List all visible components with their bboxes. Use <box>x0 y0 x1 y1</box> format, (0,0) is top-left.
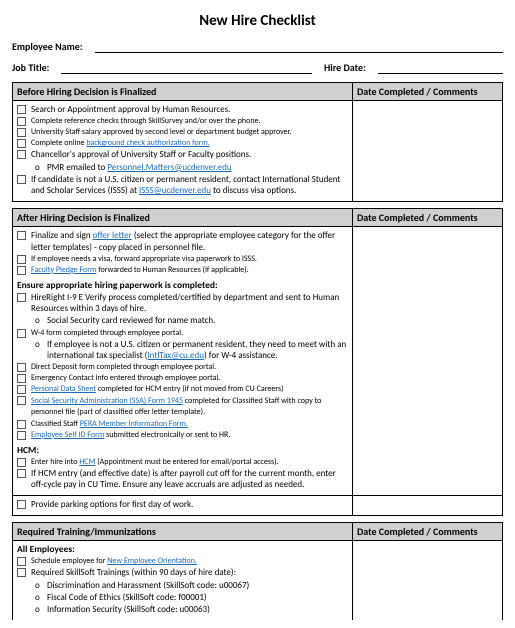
section2-body-b: Provide parking options for first day of… <box>13 496 353 516</box>
checkbox[interactable] <box>17 458 26 467</box>
job-title-label: Job Title: <box>12 61 49 74</box>
checkbox[interactable] <box>17 469 26 478</box>
checkbox[interactable] <box>17 557 26 566</box>
job-title-input[interactable] <box>61 62 312 74</box>
sub-text: PMR emailed to <box>47 162 107 173</box>
section3-body: All Employees: Schedule employee for New… <box>13 541 353 621</box>
item-text: completed for HCM entry (if not moved fr… <box>96 384 284 394</box>
neo-link[interactable]: New Employee Orientation. <box>107 556 197 566</box>
pds-link[interactable]: Personal Data Sheet <box>31 384 96 394</box>
checkbox[interactable] <box>17 266 26 275</box>
training-item: Fiscal Code of Ethics (SkillSoft code: f… <box>47 592 207 603</box>
checkbox[interactable] <box>17 150 26 159</box>
hire-date-input[interactable] <box>378 62 503 74</box>
sub-text: Social Security card reviewed for name m… <box>47 315 215 326</box>
offer-letter-link[interactable]: offer letter <box>93 230 132 241</box>
pera-link[interactable]: PERA Member Information Form. <box>80 419 188 429</box>
section2-comments-b[interactable] <box>353 496 503 516</box>
item-text: Required SkillSoft Trainings (within 90 … <box>31 567 236 578</box>
section3-comments-header: Date Completed / Comments <box>353 523 503 541</box>
item-text: Direct Deposit form completed through em… <box>31 362 216 372</box>
checkbox[interactable] <box>17 117 26 126</box>
item-text: (Appointment must be entered for email/p… <box>95 457 278 467</box>
checkbox[interactable] <box>17 420 26 429</box>
section2-comments-a[interactable] <box>353 227 503 496</box>
section2-body-a: Finalize and sign offer letter (select t… <box>13 227 353 496</box>
checkbox[interactable] <box>17 363 26 372</box>
employee-name-input[interactable] <box>95 41 503 53</box>
item-text: Classified Staff <box>31 419 80 429</box>
item-text: University Staff salary approved by seco… <box>31 127 292 137</box>
training-item: Information Security (SkillSoft code: u0… <box>47 604 210 615</box>
section-after-hiring: After Hiring Decision is Finalized Date … <box>12 208 503 516</box>
isss-email-link[interactable]: ISSS@ucdenver.edu <box>139 185 211 196</box>
training-item: Discrimination and Harassment (SkillSoft… <box>47 580 249 591</box>
section2-comments-header: Date Completed / Comments <box>353 209 503 227</box>
checkbox[interactable] <box>17 568 26 577</box>
job-hire-row: Job Title: Hire Date: <box>12 61 503 74</box>
item-text: If employee needs a visa, forward approp… <box>31 254 257 264</box>
item-text: Complete online <box>31 138 86 148</box>
checkbox[interactable] <box>17 231 26 240</box>
section-before-hiring: Before Hiring Decision is Finalized Date… <box>12 82 503 202</box>
ssa-link[interactable]: Social Security Administration (SSA) For… <box>31 396 183 406</box>
section1-comments[interactable] <box>353 101 503 202</box>
hire-date-label: Hire Date: <box>324 61 366 74</box>
personnel-email-link[interactable]: Personnel.Matters@ucdenver.edu <box>107 162 231 173</box>
checkbox[interactable] <box>17 139 26 148</box>
page-title: New Hire Checklist <box>12 12 503 30</box>
item-text: forwarded to Human Resources (if applica… <box>96 265 248 275</box>
checkbox[interactable] <box>17 431 26 440</box>
checkbox[interactable] <box>17 105 26 114</box>
item-text: W-4 form completed through employee port… <box>31 328 183 338</box>
item-text: to discuss visa options. <box>211 185 296 196</box>
item-text: Schedule employee for <box>31 556 107 566</box>
employee-name-row: Employee Name: <box>12 40 503 53</box>
item-text: Search or Appointment approval by Human … <box>31 104 230 115</box>
hcm-heading: HCM: <box>17 444 348 456</box>
sub-text: ) for W-4 assistance. <box>204 350 278 361</box>
item-text: Emergency Contact info entered through e… <box>31 373 220 383</box>
intltax-link[interactable]: IntlTax@cu.edu <box>147 350 204 361</box>
section-training: Required Training/Immunizations Date Com… <box>12 522 503 620</box>
selfid-link[interactable]: Employee Self ID Form <box>31 430 104 440</box>
item-text: Provide parking options for first day of… <box>31 499 193 510</box>
item-text: If HCM entry (and effective date) is aft… <box>31 468 336 490</box>
item-text: Chancellor's approval of University Staf… <box>31 149 251 160</box>
paperwork-heading: Ensure appropriate hiring paperwork is c… <box>17 279 348 291</box>
employee-name-label: Employee Name: <box>12 40 83 53</box>
hcm-link[interactable]: HCM <box>79 457 95 467</box>
section1-header: Before Hiring Decision is Finalized <box>13 83 353 101</box>
section2-header: After Hiring Decision is Finalized <box>13 209 353 227</box>
checkbox[interactable] <box>17 374 26 383</box>
item-text: Complete reference checks through SkillS… <box>31 116 261 126</box>
checkbox[interactable] <box>17 255 26 264</box>
checkbox[interactable] <box>17 175 26 184</box>
checkbox[interactable] <box>17 500 26 509</box>
section1-body: Search or Appointment approval by Human … <box>13 101 353 202</box>
item-text: HireRight I-9 E Verify process completed… <box>31 292 339 314</box>
checkbox[interactable] <box>17 128 26 137</box>
item-text: Finalize and sign <box>31 230 93 241</box>
item-text: submitted electronically or sent to HR. <box>104 430 230 440</box>
checkbox[interactable] <box>17 396 26 405</box>
checkbox[interactable] <box>17 385 26 394</box>
bg-check-link[interactable]: background check authorization form. <box>86 138 209 148</box>
section3-header: Required Training/Immunizations <box>13 523 353 541</box>
item-text: Enter hire into <box>31 457 79 467</box>
all-employees-heading: All Employees: <box>17 543 348 555</box>
section3-comments[interactable] <box>353 541 503 621</box>
faculty-pledge-link[interactable]: Faculty Pledge Form <box>31 265 96 275</box>
checkbox[interactable] <box>17 293 26 302</box>
checkbox[interactable] <box>17 329 26 338</box>
section1-comments-header: Date Completed / Comments <box>353 83 503 101</box>
